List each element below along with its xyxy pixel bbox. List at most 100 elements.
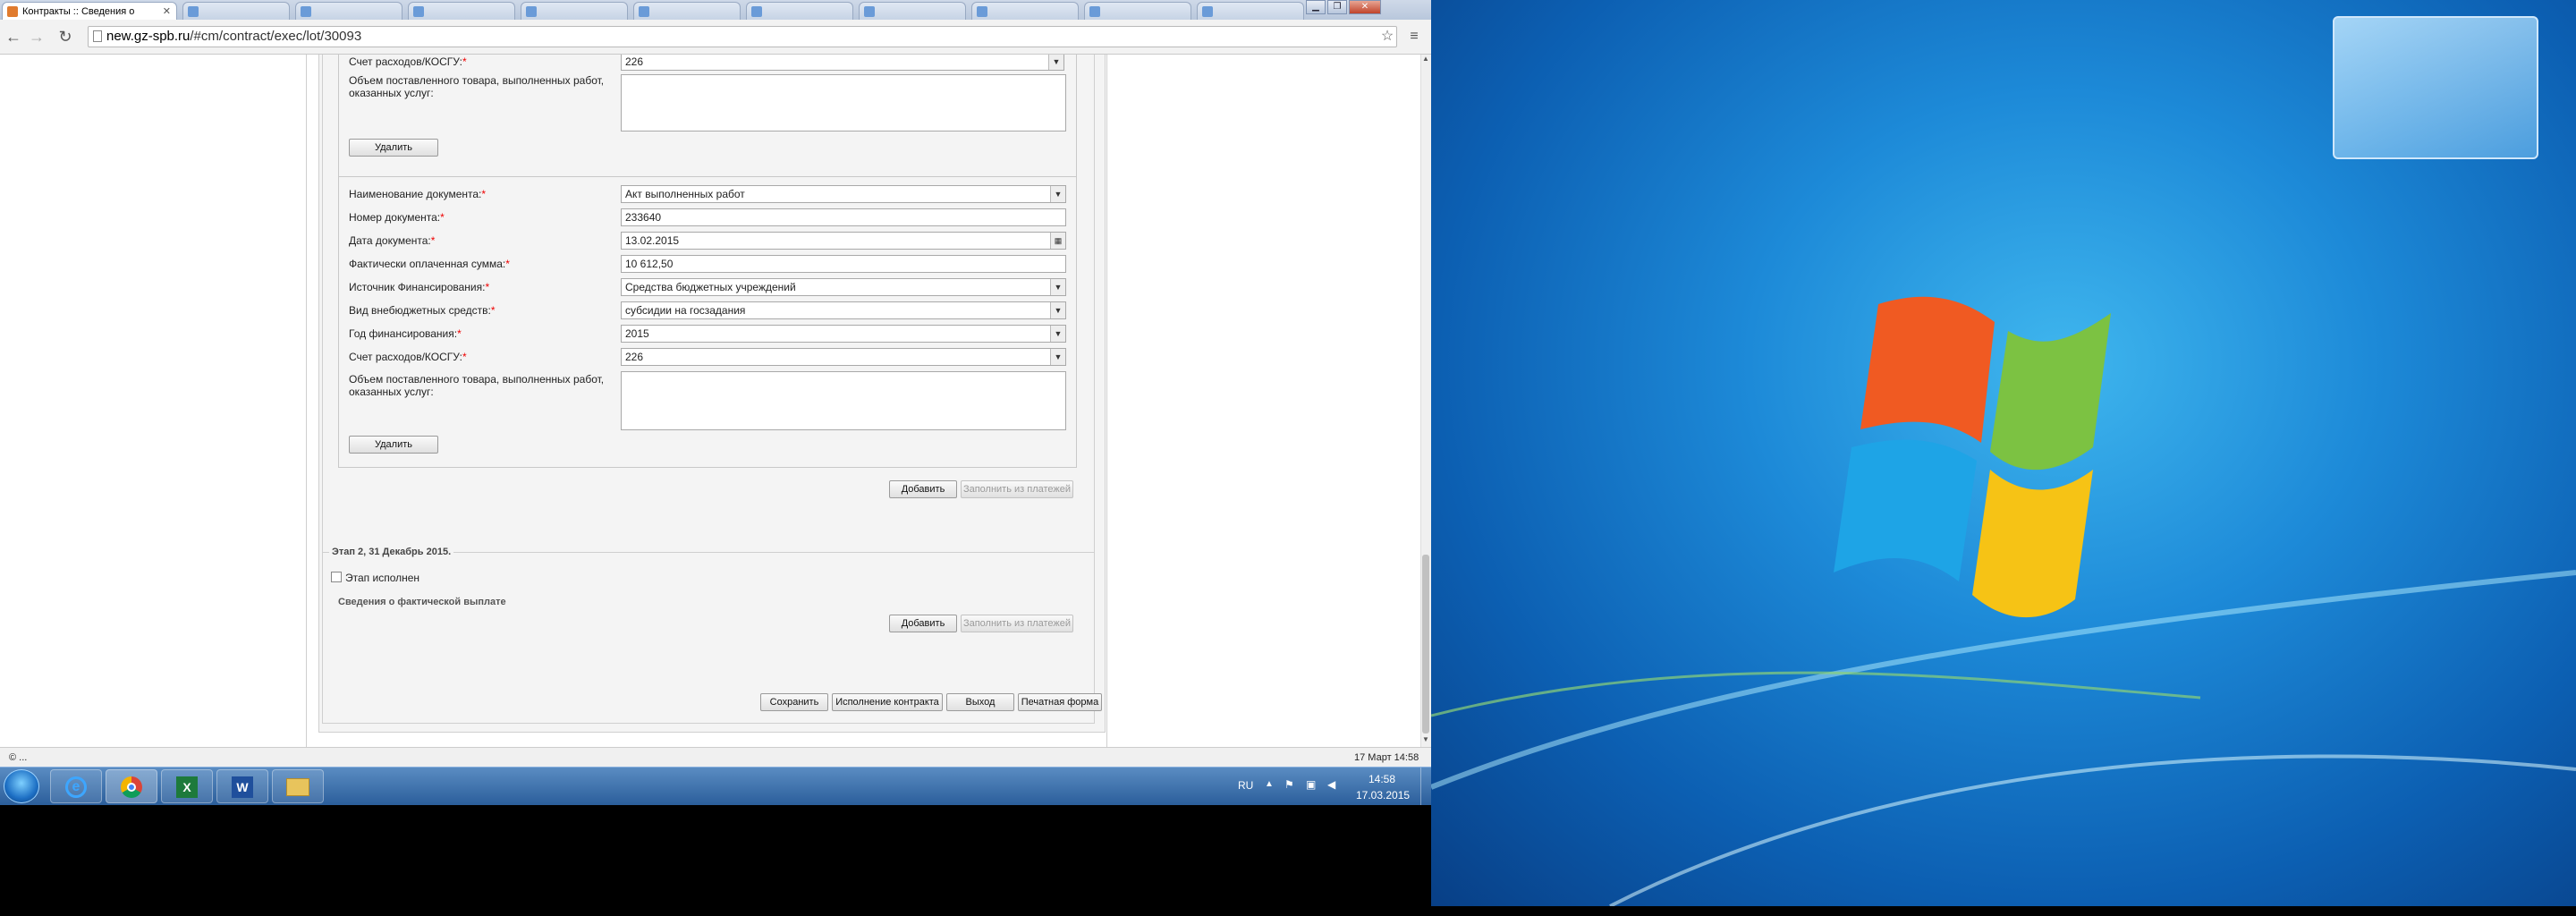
add-button-stage2[interactable]: Добавить bbox=[889, 615, 957, 632]
chevron-down-icon[interactable]: ▼ bbox=[1050, 186, 1065, 202]
left-monitor: Контракты :: Сведения о ✕ ▁ ❐ ✕ ← → ↻ ne… bbox=[0, 0, 1431, 805]
close-window-icon[interactable]: ✕ bbox=[1349, 0, 1381, 14]
save-button[interactable]: Сохранить bbox=[760, 693, 828, 711]
page-content: Счет расходов/КОСГУ:* 226 ▼ Объем поставл… bbox=[0, 55, 1420, 747]
calendar-icon[interactable]: ▦ bbox=[1050, 233, 1065, 249]
source-label: Источник Финансирования:* bbox=[349, 281, 490, 293]
windows-taskbar bbox=[0, 767, 1431, 805]
stage-done-label: Этап исполнен bbox=[345, 572, 420, 584]
year-value: 2015 bbox=[625, 327, 649, 340]
paid-sum-label: Фактически оплаченная сумма:* bbox=[349, 258, 510, 270]
contract-execution-button[interactable]: Исполнение контракта bbox=[832, 693, 943, 711]
network-icon[interactable]: ▣ bbox=[1306, 778, 1316, 791]
scrollbar-thumb[interactable] bbox=[1422, 555, 1429, 734]
actual-payment-heading: Сведения о фактической выплате bbox=[338, 597, 506, 607]
tab-5[interactable] bbox=[521, 2, 628, 20]
language-indicator[interactable]: RU bbox=[1238, 779, 1253, 792]
doc-name-select[interactable]: Акт выполненных работ ▼ bbox=[621, 185, 1066, 203]
show-desktop-button[interactable] bbox=[1420, 768, 1431, 805]
doc-date-input[interactable]: 13.02.2015 ▦ bbox=[621, 232, 1066, 250]
doc-date-value: 13.02.2015 bbox=[625, 234, 680, 247]
offbudget-value: субсидии на госзадания bbox=[625, 304, 746, 317]
tab-6[interactable] bbox=[633, 2, 741, 20]
status-datetime: 17 Март 14:58 bbox=[1354, 752, 1419, 763]
tab-8[interactable] bbox=[859, 2, 966, 20]
stage-done-checkbox[interactable] bbox=[331, 572, 342, 582]
url-host: new.gz-spb.ru bbox=[106, 29, 191, 44]
url-path: /#cm/contract/exec/lot/30093 bbox=[190, 29, 362, 44]
status-bar: © ... 17 Март 14:58 bbox=[0, 747, 1431, 768]
tab-7[interactable] bbox=[746, 2, 853, 20]
exit-button[interactable]: Выход bbox=[946, 693, 1014, 711]
start-button-icon[interactable] bbox=[4, 769, 39, 803]
year-label: Год финансирования:* bbox=[349, 327, 462, 340]
wallpaper-swoosh bbox=[1609, 754, 2576, 906]
delete-button[interactable]: Удалить bbox=[349, 139, 438, 157]
chevron-down-icon[interactable]: ▼ bbox=[1050, 302, 1065, 318]
minimize-icon[interactable]: ▁ bbox=[1306, 0, 1326, 14]
doc-number-input[interactable]: 233640 bbox=[621, 208, 1066, 226]
tab-close-icon[interactable]: ✕ bbox=[163, 3, 171, 20]
tab-favicon-icon bbox=[301, 6, 311, 17]
doc-name-label: Наименование документа:* bbox=[349, 188, 487, 200]
offbudget-label: Вид внебюджетных средств:* bbox=[349, 304, 496, 317]
account-select-value: 226 bbox=[625, 55, 644, 68]
tab-4[interactable] bbox=[408, 2, 515, 20]
volume2-textarea[interactable] bbox=[621, 371, 1066, 430]
clock-time[interactable]: 14:58 bbox=[1368, 773, 1395, 785]
account-select[interactable]: 226 ▼ bbox=[621, 55, 1064, 71]
doc-name-value: Акт выполненных работ bbox=[625, 188, 745, 200]
clock-date[interactable]: 17.03.2015 bbox=[1356, 789, 1410, 802]
fill-from-payments-button[interactable]: Заполнить из платежей bbox=[961, 480, 1073, 498]
tab-10[interactable] bbox=[1084, 2, 1191, 20]
delete-button-2[interactable]: Удалить bbox=[349, 436, 438, 454]
tab-active[interactable]: Контракты :: Сведения о ✕ bbox=[2, 2, 177, 20]
volume-label-line2: оказанных услуг: bbox=[349, 87, 434, 99]
restore-icon[interactable]: ❐ bbox=[1327, 0, 1347, 14]
tab-title: Контракты :: Сведения о bbox=[22, 6, 135, 17]
explorer-folder-icon[interactable] bbox=[272, 769, 324, 803]
tab-favicon-icon bbox=[188, 6, 199, 17]
account2-select[interactable]: 226 ▼ bbox=[621, 348, 1066, 366]
chrome-icon[interactable] bbox=[106, 769, 157, 803]
action-center-flag-icon[interactable]: ⚑ bbox=[1284, 778, 1294, 791]
tab-favicon-icon bbox=[526, 6, 537, 17]
chevron-down-icon[interactable]: ▼ bbox=[1050, 279, 1065, 295]
fill-from-payments-button-stage2[interactable]: Заполнить из платежей bbox=[961, 615, 1073, 632]
add-button[interactable]: Добавить bbox=[889, 480, 957, 498]
show-hidden-icons-icon[interactable]: ▲ bbox=[1265, 779, 1274, 789]
volume-textarea[interactable] bbox=[621, 74, 1066, 131]
status-left: © ... bbox=[9, 752, 28, 763]
excel-icon[interactable]: X bbox=[161, 769, 213, 803]
bookmark-star-icon[interactable]: ☆ bbox=[1377, 27, 1397, 47]
paid-sum-input[interactable]: 10 612,50 bbox=[621, 255, 1066, 273]
back-icon[interactable]: ← bbox=[4, 27, 23, 47]
tab-9[interactable] bbox=[971, 2, 1079, 20]
source-select[interactable]: Средства бюджетных учреждений ▼ bbox=[621, 278, 1066, 296]
page-icon bbox=[93, 30, 102, 42]
account2-value: 226 bbox=[625, 351, 644, 363]
address-bar[interactable]: new.gz-spb.ru/#cm/contract/exec/lot/3009… bbox=[88, 26, 1397, 47]
print-form-button[interactable]: Печатная форма bbox=[1018, 693, 1102, 711]
reload-icon[interactable]: ↻ bbox=[55, 27, 75, 47]
chevron-down-icon[interactable]: ▼ bbox=[1050, 349, 1065, 365]
tab-3[interactable] bbox=[295, 2, 402, 20]
scroll-down-icon[interactable]: ▼ bbox=[1420, 735, 1431, 746]
desktop-gadget-widget[interactable] bbox=[2333, 16, 2538, 159]
word-icon[interactable]: W bbox=[216, 769, 268, 803]
chevron-down-icon[interactable]: ▼ bbox=[1048, 55, 1063, 70]
menu-icon[interactable]: ≡ bbox=[1404, 27, 1424, 47]
volume2-label-line1: Объем поставленного товара, выполненных … bbox=[349, 373, 605, 386]
offbudget-select[interactable]: субсидии на госзадания ▼ bbox=[621, 301, 1066, 319]
volume-icon[interactable]: ◀ bbox=[1327, 778, 1335, 791]
chevron-down-icon[interactable]: ▼ bbox=[1050, 326, 1065, 342]
scroll-up-icon[interactable]: ▲ bbox=[1420, 55, 1431, 65]
forward-icon[interactable]: → bbox=[27, 27, 47, 47]
right-monitor-bottom-edge bbox=[1431, 906, 2576, 916]
tab-2[interactable] bbox=[182, 2, 290, 20]
internet-explorer-icon[interactable]: e bbox=[50, 769, 102, 803]
tab-11[interactable] bbox=[1197, 2, 1304, 20]
year-select[interactable]: 2015 ▼ bbox=[621, 325, 1066, 343]
tab-favicon-icon bbox=[751, 6, 762, 17]
doc-number-label: Номер документа:* bbox=[349, 211, 445, 224]
